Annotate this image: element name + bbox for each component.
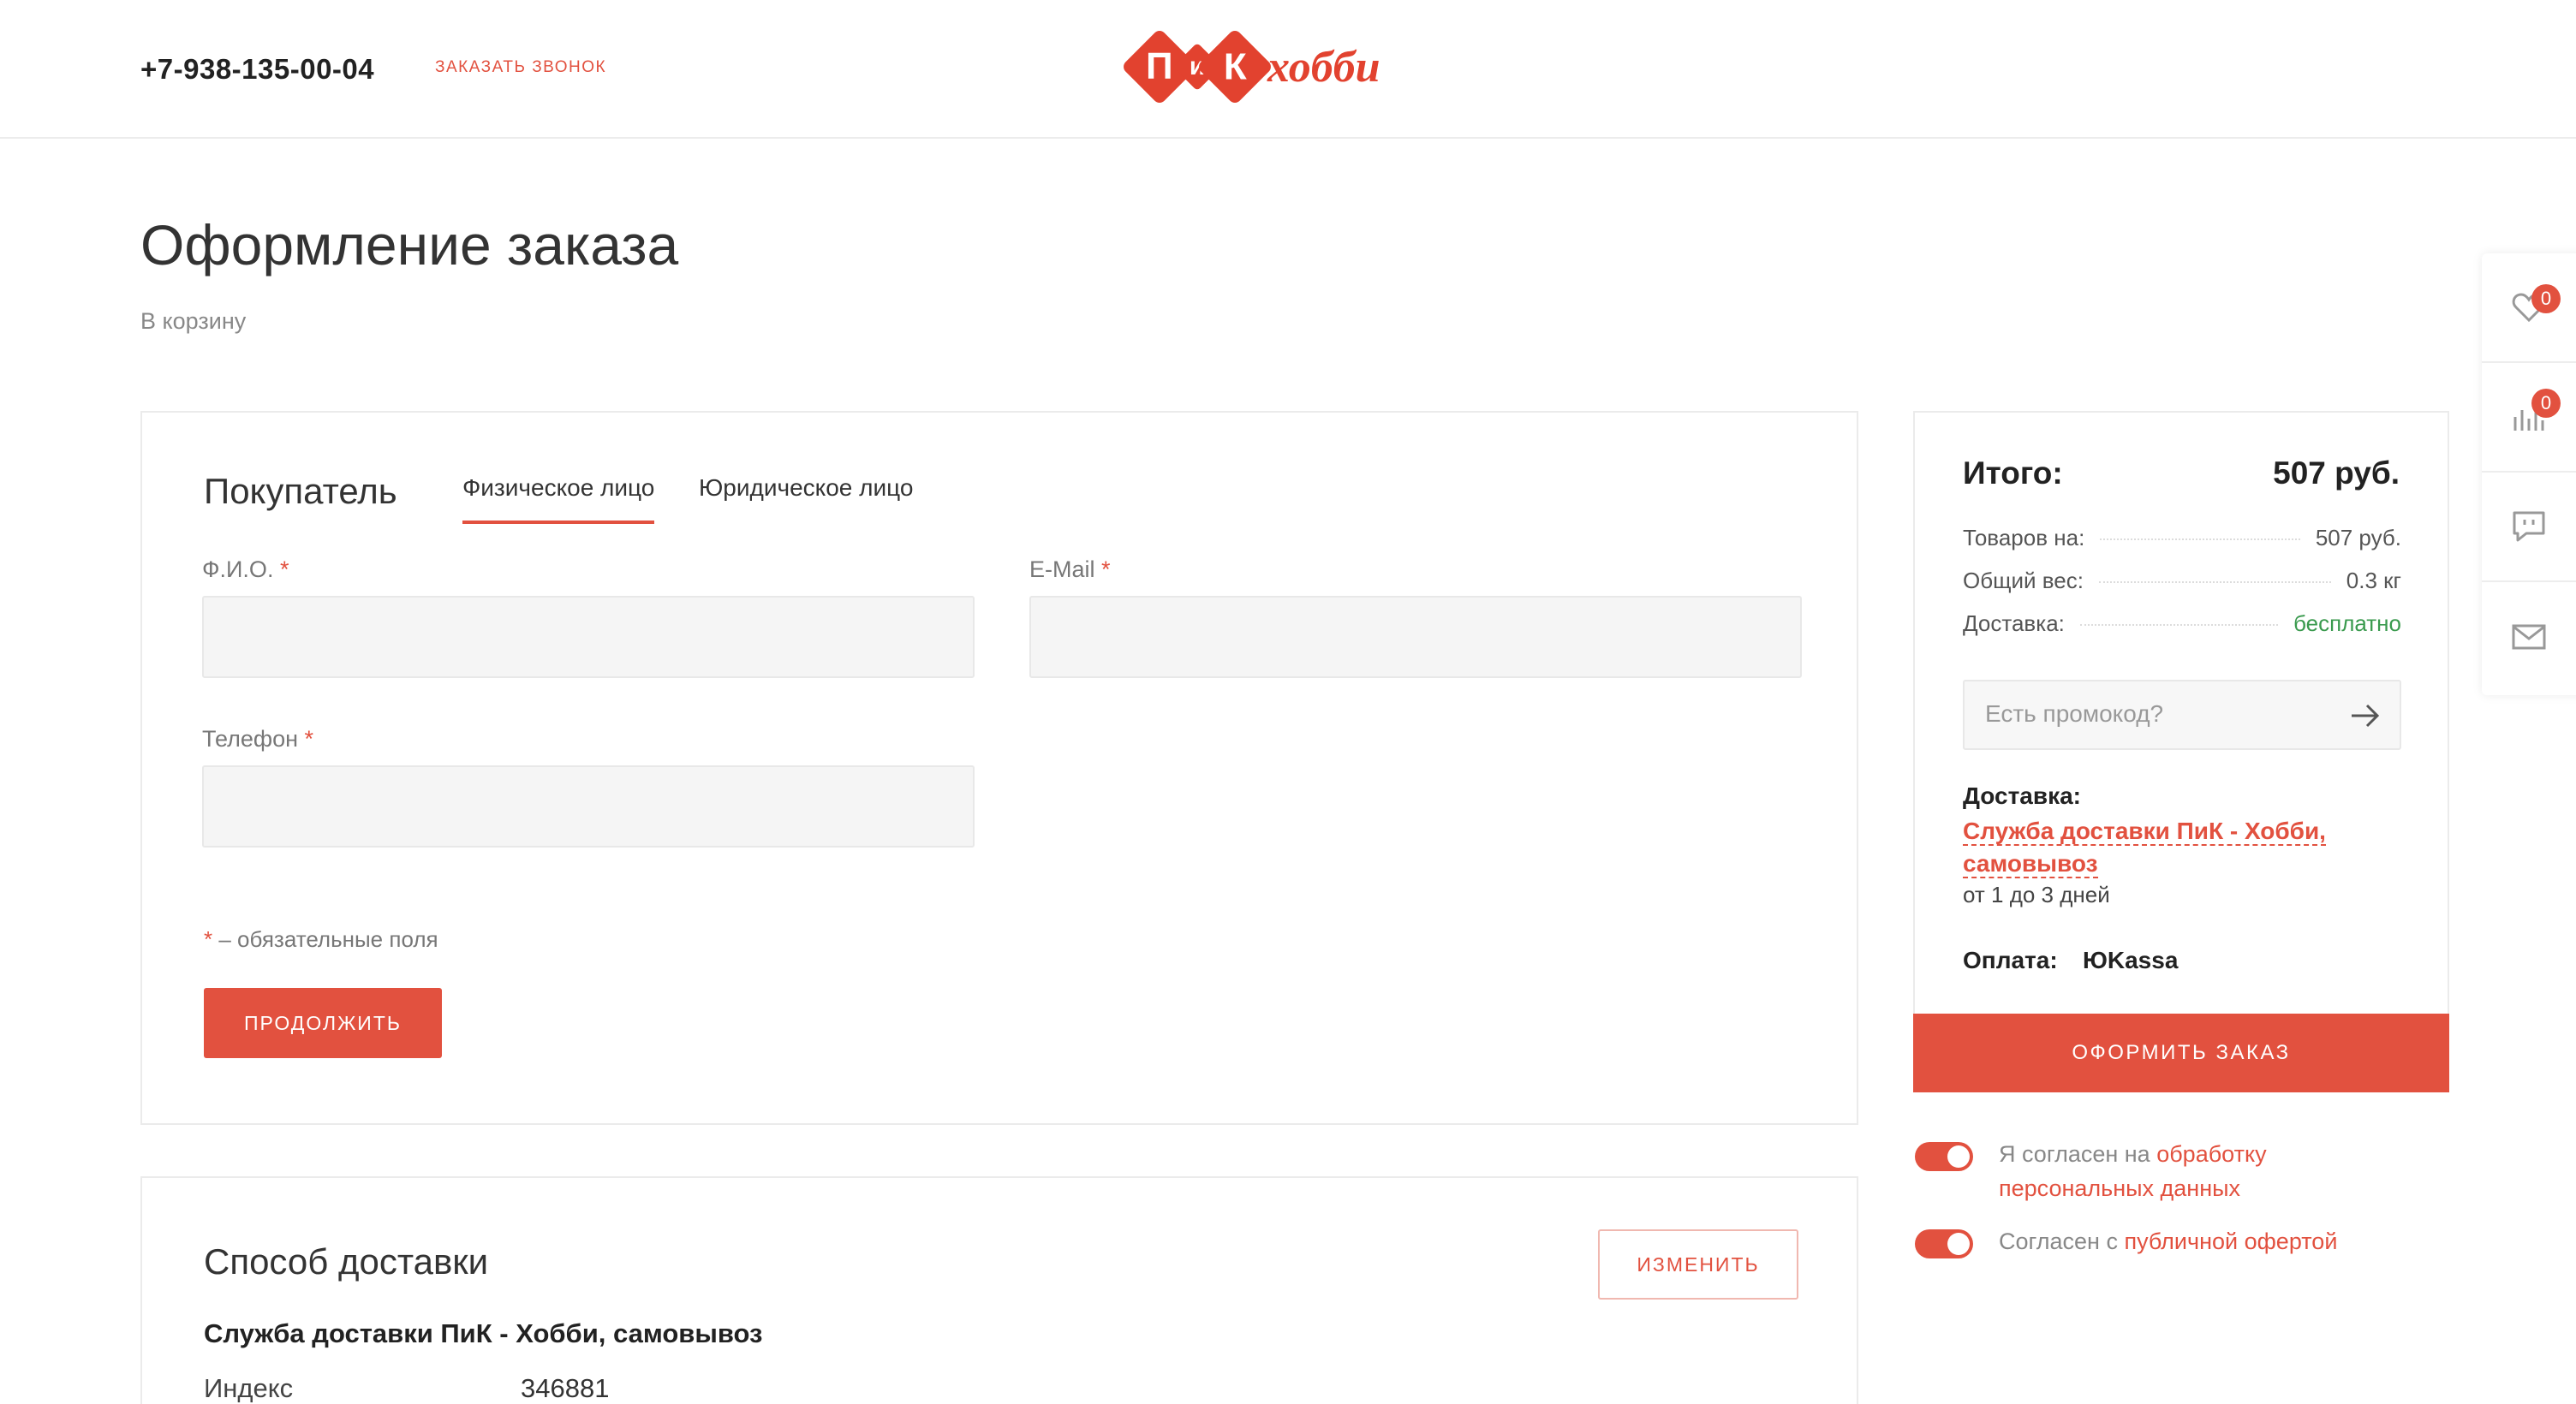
page-title: Оформление заказа (140, 213, 679, 277)
phone-input[interactable] (202, 765, 975, 848)
buyer-card: Покупатель Физическое лицо Юридическое л… (140, 411, 1858, 1125)
compare-count-badge: 0 (2531, 389, 2561, 418)
tab-legal-entity[interactable]: Юридическое лицо (699, 474, 913, 521)
index-value: 346881 (521, 1373, 610, 1403)
logo-letter-k: К (1196, 27, 1274, 106)
delivery-method-card: Способ доставки ИЗМЕНИТЬ Служба доставки… (140, 1176, 1858, 1404)
logo[interactable]: П и К хобби (1120, 27, 1380, 106)
site-header: +7-938-135-00-04 ЗАКАЗАТЬ ЗВОНОК П и К х… (0, 0, 2576, 139)
delivery-method-title: Способ доставки (204, 1241, 489, 1282)
mail-button[interactable] (2482, 582, 2576, 692)
public-offer-link[interactable]: публичной офертой (2124, 1228, 2337, 1254)
delivery-service-name: Служба доставки ПиК - Хобби, самовывоз (204, 1318, 763, 1348)
buyer-title: Покупатель (204, 471, 397, 511)
chat-button[interactable] (2482, 473, 2576, 582)
continue-button[interactable]: ПРОДОЛЖИТЬ (204, 988, 442, 1058)
consent-offer-toggle[interactable] (1915, 1229, 1973, 1258)
consent-offer-text: Согласен с публичной офертой (1999, 1228, 2338, 1254)
summary-row-weight: Общий вес: 0.3 кг (1963, 567, 2401, 593)
required-note: * – обязательные поля (204, 926, 438, 952)
tab-individual[interactable]: Физическое лицо (462, 474, 655, 524)
summary-delivery-time: от 1 до 3 дней (1963, 882, 2110, 907)
summary-row-delivery: Доставка: бесплатно (1963, 610, 2401, 636)
consent-personal-data-toggle[interactable] (1915, 1142, 1973, 1171)
arrow-right-icon[interactable] (2350, 702, 2381, 729)
total-value: 507 руб. (2273, 455, 2400, 491)
summary-row-items: Товаров на: 507 руб. (1963, 524, 2401, 550)
side-panel: 0 0 (2482, 253, 2576, 695)
promo-code-input[interactable]: Есть промокод? (1963, 680, 2401, 750)
email-label: E-Mail * (1029, 556, 1111, 582)
chat-icon (2513, 511, 2545, 542)
order-summary-card: Итого: 507 руб. Товаров на: 507 руб. Общи… (1913, 411, 2449, 1092)
header-phone[interactable]: +7-938-135-00-04 (140, 53, 374, 86)
compare-button[interactable]: 0 (2482, 363, 2576, 473)
mail-icon (2512, 624, 2546, 650)
change-delivery-button[interactable]: ИЗМЕНИТЬ (1598, 1229, 1798, 1300)
payment-label: Оплата: (1963, 947, 2058, 973)
place-order-button[interactable]: ОФОРМИТЬ ЗАКАЗ (1913, 1014, 2449, 1092)
fio-label: Ф.И.О. * (202, 556, 289, 582)
email-input[interactable] (1029, 596, 1802, 678)
callback-link[interactable]: ЗАКАЗАТЬ ЗВОНОК (435, 58, 606, 77)
favorites-count-badge: 0 (2531, 284, 2561, 313)
phone-label: Телефон * (202, 726, 314, 752)
summary-delivery-label: Доставка: (1963, 782, 2082, 809)
index-label: Индекс (204, 1373, 294, 1403)
summary-delivery-link[interactable]: Служба доставки ПиК - Хобби, самовывоз (1963, 815, 2408, 880)
back-to-cart-link[interactable]: В корзину (140, 308, 246, 335)
total-label: Итого: (1963, 455, 2063, 491)
logo-text: хобби (1267, 42, 1380, 92)
consent-personal-data-text: Я согласен на обработку персональных дан… (1999, 1141, 2267, 1201)
payment-value: ЮKassa (2083, 947, 2179, 973)
promo-placeholder: Есть промокод? (1985, 700, 2164, 727)
fio-input[interactable] (202, 596, 975, 678)
favorites-button[interactable]: 0 (2482, 253, 2576, 363)
